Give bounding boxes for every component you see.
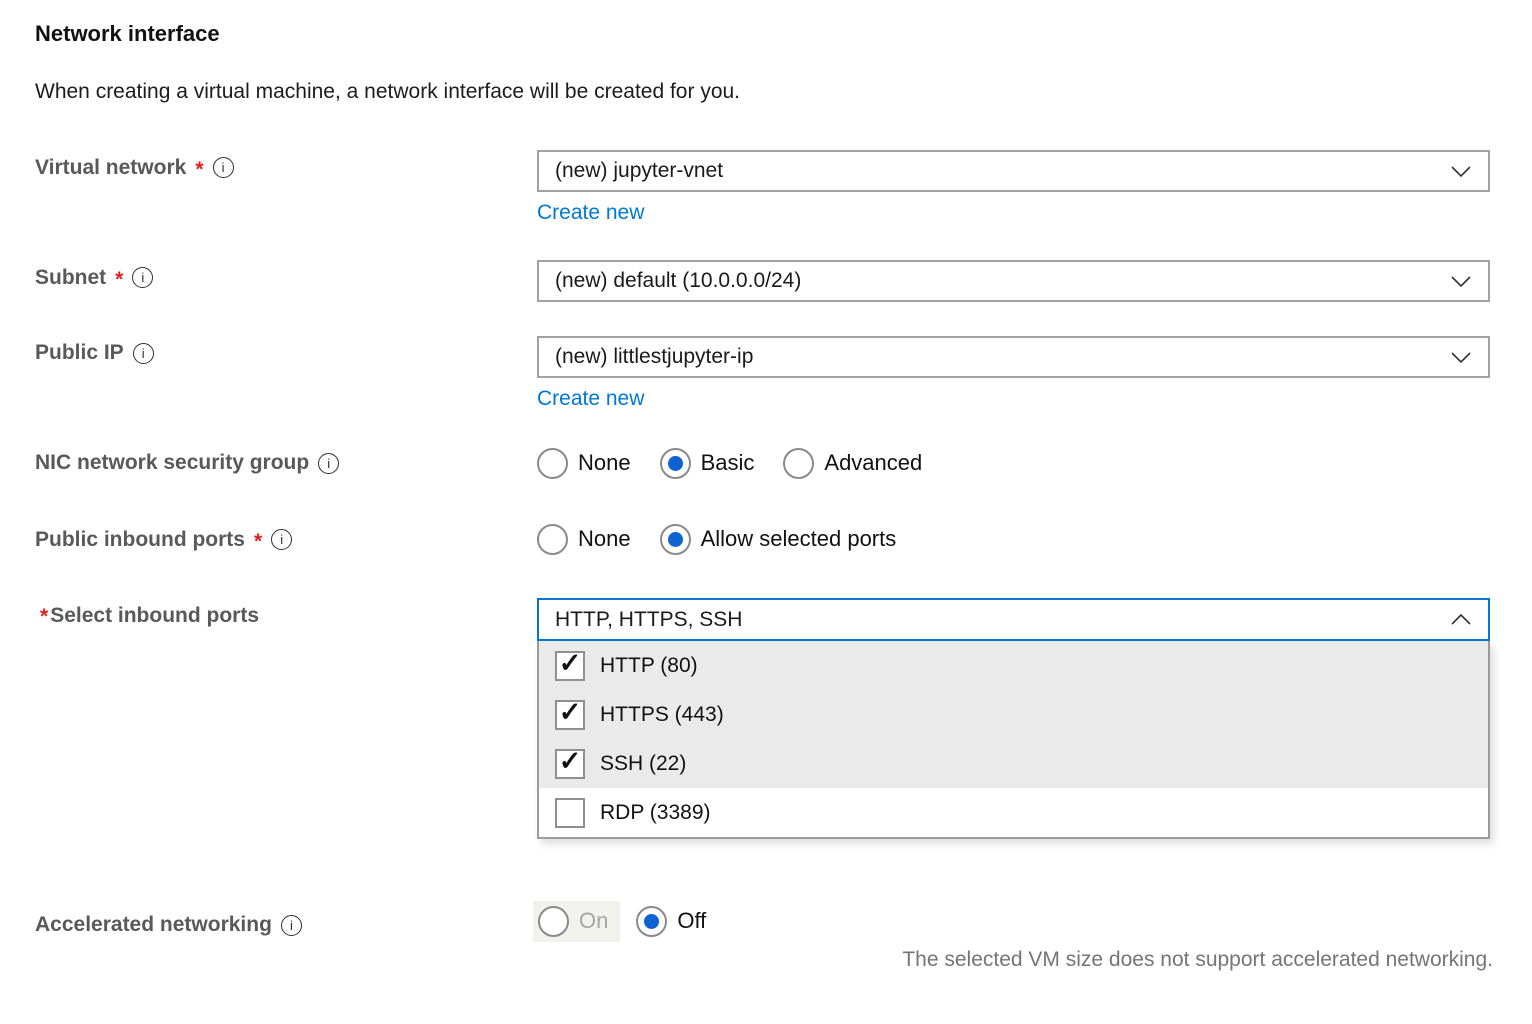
radio-label: On <box>579 908 608 934</box>
radio-circle <box>537 524 568 555</box>
radio-label: None <box>578 450 631 476</box>
public-ip-label: Public IP i <box>35 341 154 365</box>
menu-item-http[interactable]: ✓ HTTP (80) <box>539 641 1488 690</box>
menu-item-label: HTTPS (443) <box>600 703 724 727</box>
required-asterisk: * <box>195 159 203 180</box>
info-icon[interactable]: i <box>318 453 339 474</box>
subnet-label: Subnet * i <box>35 265 153 290</box>
public-inbound-ports-radio-none[interactable]: None <box>537 524 631 555</box>
select-inbound-ports-value: HTTP, HTTPS, SSH <box>555 608 742 632</box>
public-inbound-ports-label: Public inbound ports * i <box>35 527 292 552</box>
network-interface-section: Network interface When creating a virtua… <box>0 0 1532 1024</box>
menu-item-label: SSH (22) <box>600 752 686 776</box>
radio-label: Off <box>677 908 706 934</box>
nic-nsg-radio-group: None Basic Advanced <box>537 447 922 479</box>
nic-nsg-label: NIC network security group i <box>35 451 339 475</box>
chevron-down-icon <box>1450 164 1472 179</box>
nic-nsg-radio-basic[interactable]: Basic <box>660 448 755 479</box>
info-icon[interactable]: i <box>281 915 302 936</box>
radio-label: Advanced <box>824 450 922 476</box>
radio-label: Allow selected ports <box>701 526 897 552</box>
inbound-ports-dropdown-menu: ✓ HTTP (80) ✓ HTTPS (443) ✓ SSH (22) ✓ R… <box>537 641 1490 839</box>
checkbox: ✓ <box>555 700 585 730</box>
radio-circle <box>537 448 568 479</box>
chevron-up-icon <box>1450 612 1472 627</box>
radio-circle <box>660 524 691 555</box>
radio-dot <box>668 456 683 471</box>
select-inbound-ports-multiselect[interactable]: HTTP, HTTPS, SSH <box>537 598 1490 641</box>
nic-nsg-label-text: NIC network security group <box>35 451 309 475</box>
nic-nsg-radio-advanced[interactable]: Advanced <box>783 448 922 479</box>
radio-label: None <box>578 526 631 552</box>
menu-item-label: RDP (3389) <box>600 801 711 825</box>
page-title: Network interface <box>35 21 220 47</box>
public-ip-dropdown[interactable]: (new) littlestjupyter-ip <box>537 336 1490 378</box>
public-ip-value: (new) littlestjupyter-ip <box>555 345 753 369</box>
virtual-network-create-new-link[interactable]: Create new <box>537 201 644 225</box>
radio-circle <box>783 448 814 479</box>
radio-label: Basic <box>701 450 755 476</box>
accelerated-networking-radio-group: On Off <box>533 905 706 937</box>
menu-item-rdp[interactable]: ✓ RDP (3389) <box>539 788 1488 837</box>
accelerated-networking-note: The selected VM size does not support ac… <box>537 948 1493 972</box>
nic-nsg-radio-none[interactable]: None <box>537 448 631 479</box>
radio-circle <box>660 448 691 479</box>
check-icon: ✓ <box>559 699 582 726</box>
subnet-value: (new) default (10.0.0.0/24) <box>555 269 801 293</box>
required-asterisk: * <box>40 606 48 627</box>
accelerated-networking-radio-on: On <box>533 901 620 942</box>
select-inbound-ports-label-text: Select inbound ports <box>50 604 259 628</box>
virtual-network-label-text: Virtual network <box>35 156 186 180</box>
virtual-network-value: (new) jupyter-vnet <box>555 159 723 183</box>
check-icon: ✓ <box>559 650 582 677</box>
chevron-down-icon <box>1450 274 1472 289</box>
check-icon: ✓ <box>559 748 582 775</box>
required-asterisk: * <box>254 531 262 552</box>
menu-item-label: HTTP (80) <box>600 654 698 678</box>
accelerated-networking-radio-off[interactable]: Off <box>636 906 706 937</box>
radio-circle <box>636 906 667 937</box>
radio-dot <box>668 532 683 547</box>
select-inbound-ports-label: * Select inbound ports <box>40 604 259 628</box>
public-inbound-ports-radio-allow[interactable]: Allow selected ports <box>660 524 897 555</box>
accelerated-networking-label-text: Accelerated networking <box>35 913 272 937</box>
required-asterisk: * <box>115 269 123 290</box>
public-ip-label-text: Public IP <box>35 341 124 365</box>
public-inbound-ports-radio-group: None Allow selected ports <box>537 523 896 555</box>
subnet-label-text: Subnet <box>35 266 106 290</box>
checkbox: ✓ <box>555 651 585 681</box>
info-icon[interactable]: i <box>213 157 234 178</box>
virtual-network-dropdown[interactable]: (new) jupyter-vnet <box>537 150 1490 192</box>
checkbox: ✓ <box>555 749 585 779</box>
virtual-network-label: Virtual network * i <box>35 155 234 180</box>
info-icon[interactable]: i <box>271 529 292 550</box>
public-ip-create-new-link[interactable]: Create new <box>537 387 644 411</box>
menu-item-https[interactable]: ✓ HTTPS (443) <box>539 690 1488 739</box>
radio-circle <box>538 906 569 937</box>
info-icon[interactable]: i <box>132 267 153 288</box>
chevron-down-icon <box>1450 350 1472 365</box>
info-icon[interactable]: i <box>133 343 154 364</box>
page-description: When creating a virtual machine, a netwo… <box>35 80 740 104</box>
public-inbound-ports-label-text: Public inbound ports <box>35 528 245 552</box>
radio-dot <box>644 914 659 929</box>
accelerated-networking-label: Accelerated networking i <box>35 913 302 937</box>
subnet-dropdown[interactable]: (new) default (10.0.0.0/24) <box>537 260 1490 302</box>
checkbox: ✓ <box>555 798 585 828</box>
menu-item-ssh[interactable]: ✓ SSH (22) <box>539 739 1488 788</box>
